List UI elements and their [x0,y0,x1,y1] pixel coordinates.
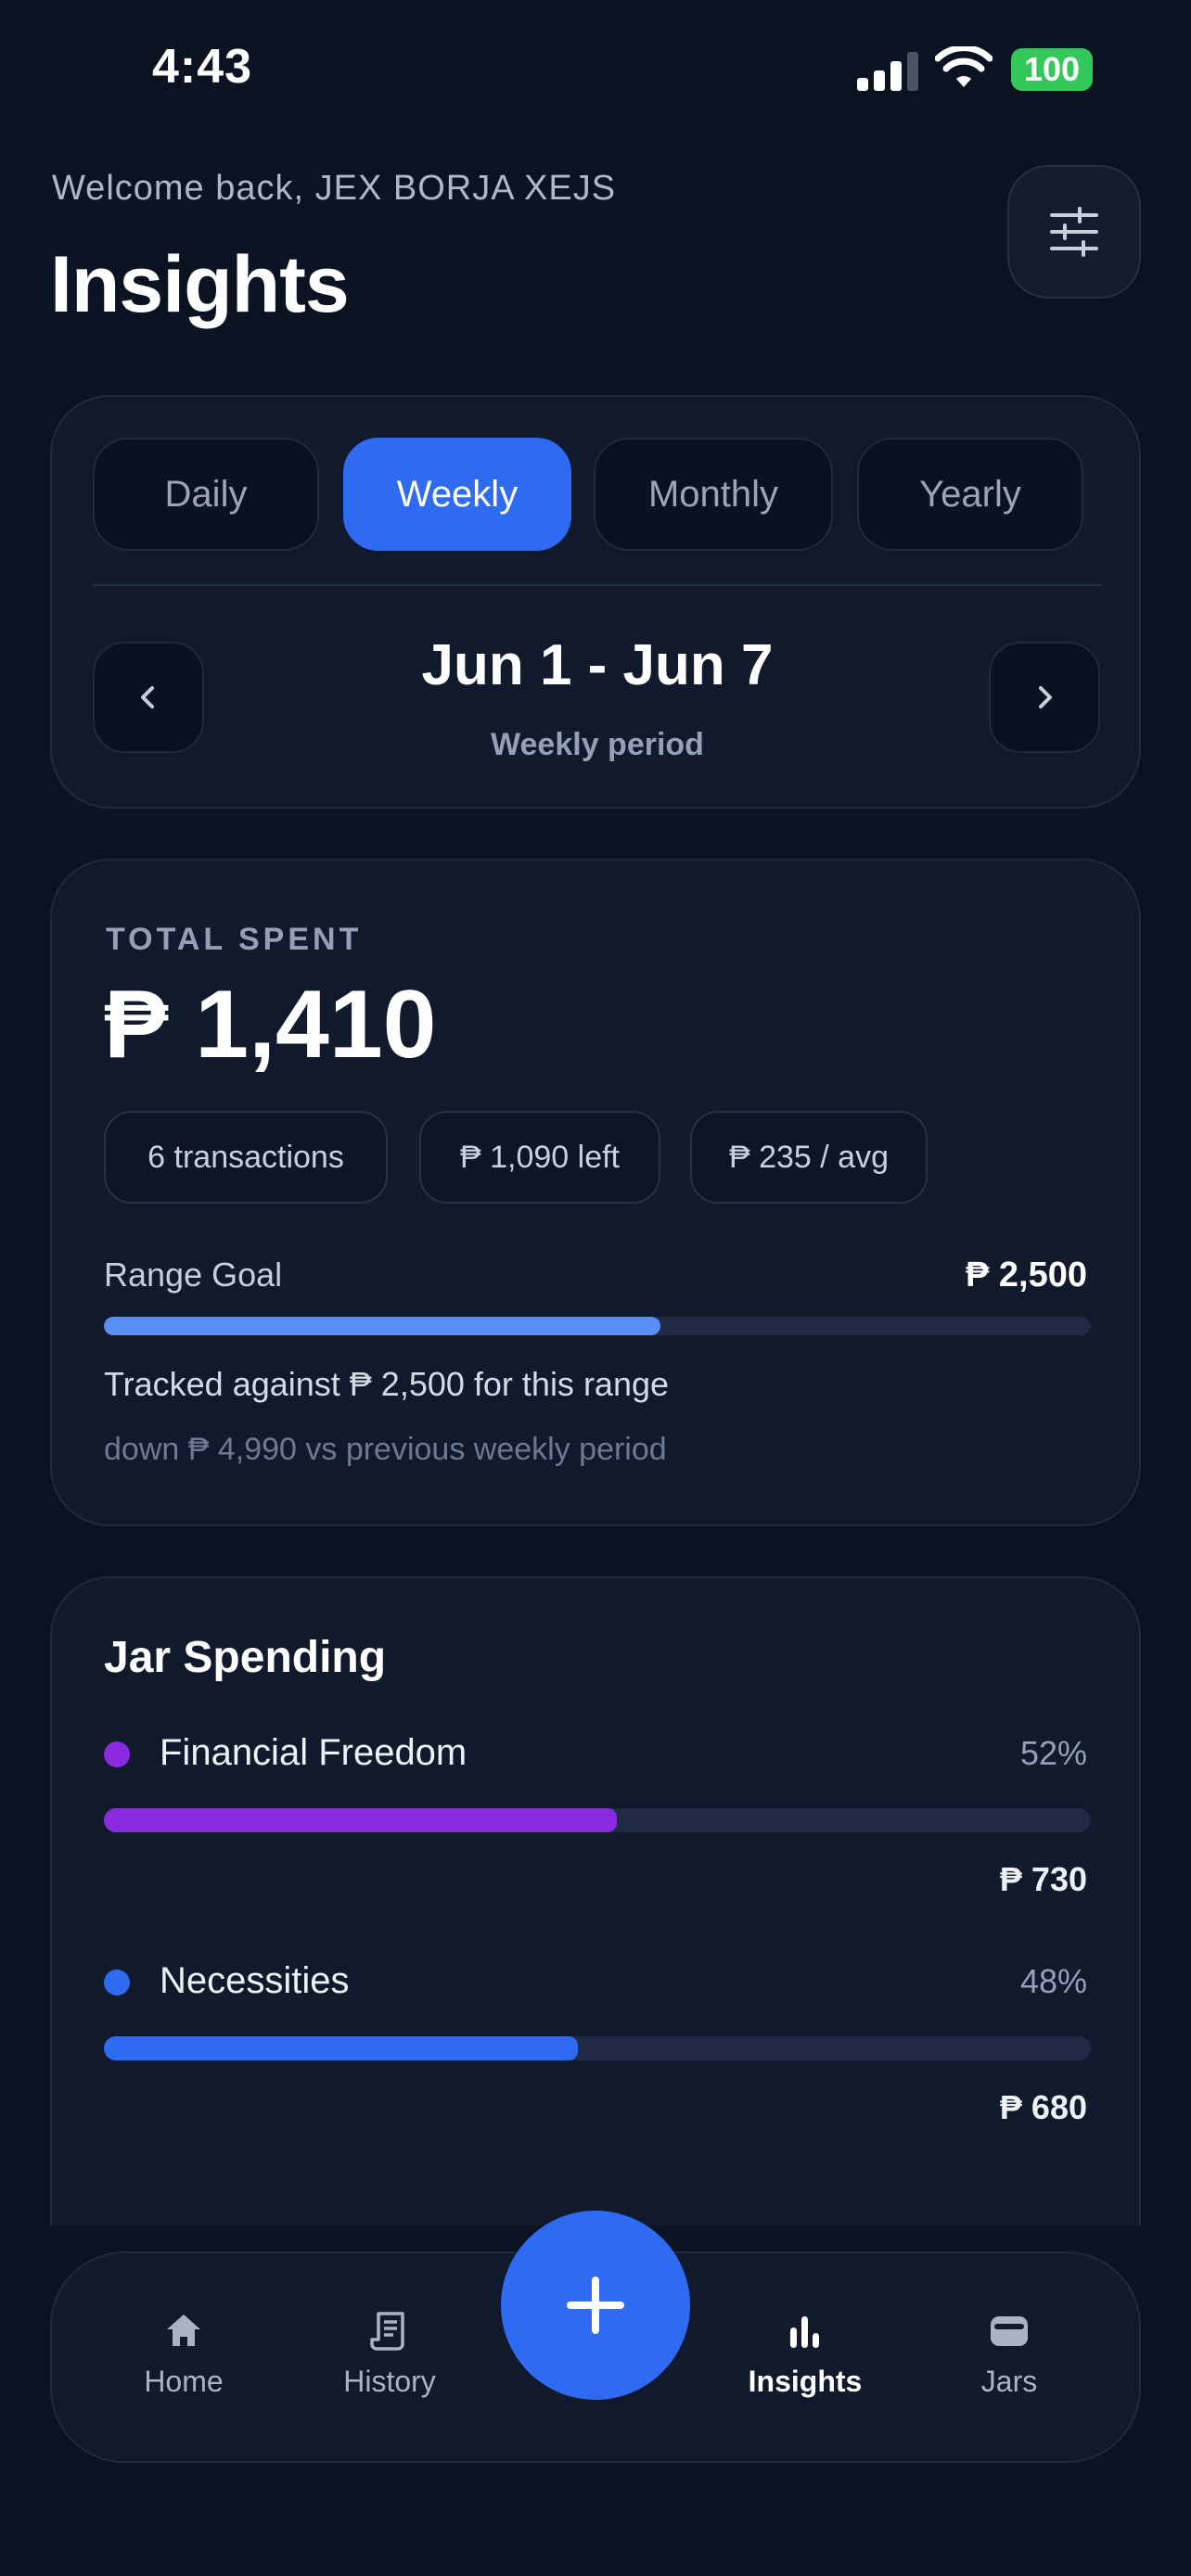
range-goal-label: Range Goal [104,1256,283,1294]
jar-name: Necessities [160,1960,350,2001]
jar-progress-bar [104,2036,1091,2060]
average-pill: ₱ 235 / avg [690,1111,928,1204]
transactions-pill: 6 transactions [104,1111,388,1204]
remaining-pill: ₱ 1,090 left [419,1111,660,1204]
page-title: Insights [50,240,350,329]
cellular-signal-icon [857,52,920,91]
date-range: Jun 1 - Jun 7 [421,633,774,697]
receipt-icon [370,2312,404,2351]
welcome-text: Welcome back, JEX BORJA XEJS [52,169,617,208]
jar-amount: ₱ 680 [999,2088,1087,2126]
comparison-text: down ₱ 4,990 vs previous weekly period [104,1432,667,1467]
tab-home[interactable]: Home [100,2309,267,2399]
tab-yearly[interactable]: Yearly [857,438,1083,551]
jar-icon [991,2316,1028,2346]
tab-jars[interactable]: Jars [926,2309,1093,2399]
tab-label: Insights [748,2365,863,2398]
jar-progress-fill [104,1808,618,1832]
jar-name: Financial Freedom [160,1732,467,1773]
sliders-icon [1050,207,1098,257]
period-selector-card: Daily Weekly Monthly Yearly Jun 1 - Jun … [50,395,1141,809]
next-period-button[interactable] [989,642,1100,753]
tab-label: Home [144,2365,224,2398]
total-spent-card: TOTAL SPENT ₱ 1,410 6 transactions ₱ 1,0… [50,859,1141,1526]
filter-button[interactable] [1007,165,1141,299]
period-subtitle: Weekly period [491,727,704,762]
goal-progress-bar [104,1317,1091,1335]
total-spent-label: TOTAL SPENT [106,922,363,957]
jar-color-dot [104,1970,130,1996]
tab-daily[interactable]: Daily [93,438,319,551]
jar-spending-title: Jar Spending [104,1633,387,1682]
tab-label: Jars [980,2365,1038,2398]
plus-icon [567,2276,624,2334]
tab-label: History [343,2365,436,2398]
total-spent-amount: ₱ 1,410 [104,971,437,1078]
jar-spending-card: Jar Spending Financial Freedom 52% ₱ 730… [50,1576,1141,2225]
jar-percent: 48% [1019,1962,1087,2000]
battery-indicator: 100 [1011,48,1093,91]
home-icon [167,2315,200,2346]
jar-amount: ₱ 730 [999,1860,1087,1898]
add-transaction-button[interactable] [501,2211,690,2400]
jar-percent: 52% [1019,1734,1087,1772]
status-time: 4:43 [152,40,253,94]
tab-history[interactable]: History [306,2309,473,2399]
goal-progress-fill [104,1317,661,1335]
status-bar: 4:43 100 [0,0,1191,139]
wifi-icon [935,46,992,87]
jar-color-dot [104,1741,130,1767]
tab-monthly[interactable]: Monthly [594,438,833,551]
bar-chart-icon [790,2316,819,2348]
tab-weekly[interactable]: Weekly [343,438,571,551]
tab-insights[interactable]: Insights [722,2309,889,2399]
divider [93,584,1102,586]
chevron-right-icon [1039,686,1052,708]
tracked-text: Tracked against ₱ 2,500 for this range [104,1365,670,1403]
jar-progress-bar [104,1808,1091,1832]
range-goal-value: ₱ 2,500 [966,1256,1087,1294]
jar-progress-fill [104,2036,578,2060]
